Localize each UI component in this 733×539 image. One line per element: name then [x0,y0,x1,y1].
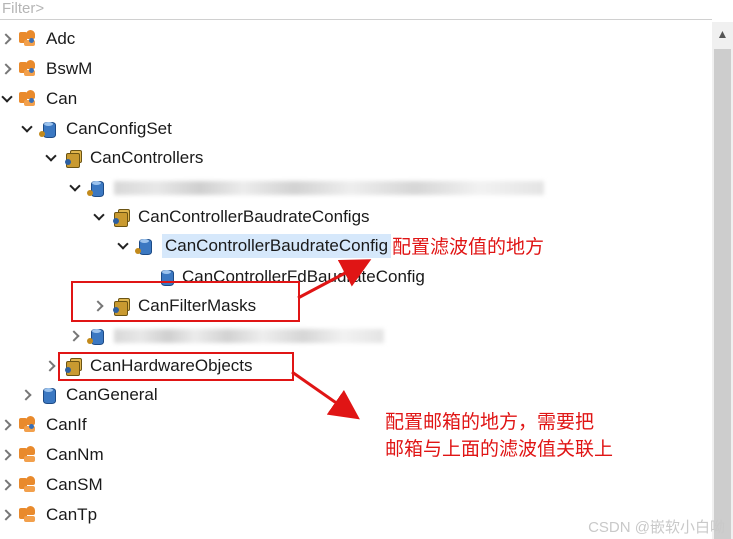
annotation-mailbox-note-2: 邮箱与上面的滤波值关联上 [385,439,614,460]
arrow-to-filter-note [297,259,372,300]
annotation-filter-note: 配置滤波值的地方 [392,234,545,261]
arrow-to-mailbox-note [291,370,360,420]
annotation-mailbox-note-1: 配置邮箱的地方，需要把 [385,412,595,433]
annotation-arrows [291,259,372,420]
watermark: CSDN @嵌软小白呦 [588,519,725,536]
